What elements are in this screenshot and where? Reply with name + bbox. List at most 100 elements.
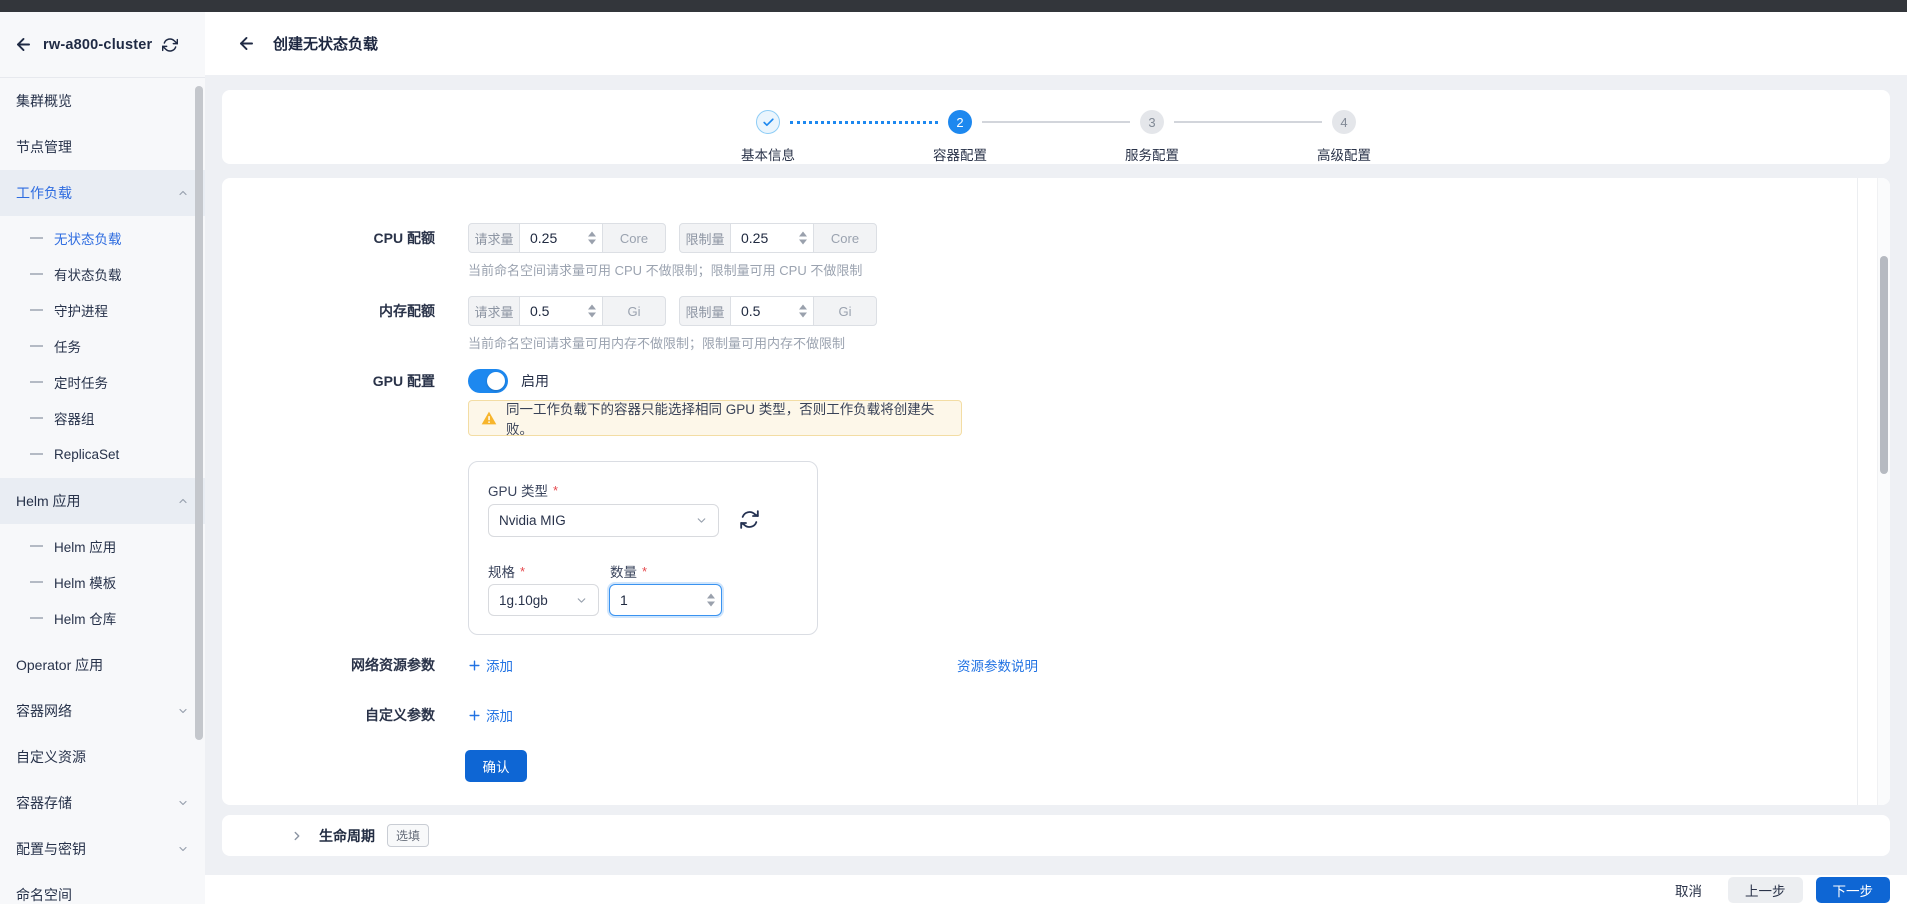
number-spinner[interactable]: [707, 594, 715, 607]
sidebar-item-node-management[interactable]: 节点管理: [0, 124, 205, 170]
cpu-quota-row: CPU 配额 请求量 Core 限制量: [222, 223, 877, 253]
gpu-type-label: GPU 类型: [488, 480, 548, 500]
spinner-up-icon[interactable]: [799, 305, 807, 310]
cluster-name: rw-a800-cluster: [43, 37, 152, 53]
step-1-basic-info[interactable]: 基本信息: [756, 110, 780, 164]
sidebar-item-label: 守护进程: [54, 300, 108, 320]
dash-icon: [30, 617, 43, 619]
stepper: 基本信息 2 容器配置 3 服务配置 4 高级配置: [222, 90, 1890, 164]
step-2-container-config[interactable]: 2 容器配置: [948, 110, 972, 164]
sidebar-item-helm-app[interactable]: Helm 应用: [0, 528, 205, 564]
sidebar-group-config-secrets[interactable]: 配置与密钥: [0, 826, 205, 872]
gpu-toggle[interactable]: [468, 369, 508, 393]
memory-unit-addon: Gi: [813, 296, 877, 326]
sidebar-item-cronjob[interactable]: 定时任务: [0, 364, 205, 400]
add-network-param-text: 添加: [486, 655, 513, 675]
gpu-type-value: Nvidia MIG: [499, 513, 566, 528]
sidebar-item-label: 命名空间: [16, 885, 72, 904]
cpu-limit-input-wrap: [731, 223, 813, 253]
dash-icon: [30, 273, 43, 275]
lifecycle-section[interactable]: 生命周期 选填: [222, 815, 1890, 856]
chevron-up-icon: [177, 187, 189, 199]
workloads-submenu: 无状态负载 有状态负载 守护进程 任务 定时任务 容器组 ReplicaSet: [0, 216, 205, 478]
sidebar-item-pods[interactable]: 容器组: [0, 400, 205, 436]
cpu-unit-addon: Core: [602, 223, 666, 253]
spinner-down-icon[interactable]: [588, 313, 596, 318]
sidebar-item-stateless-workload[interactable]: 无状态负载: [0, 220, 205, 256]
step-3-service-config[interactable]: 3 服务配置: [1140, 110, 1164, 164]
sidebar-item-label: ReplicaSet: [54, 447, 119, 462]
sidebar-item-replicaset[interactable]: ReplicaSet: [0, 436, 205, 472]
refresh-cluster-icon[interactable]: [162, 37, 178, 53]
gpu-warning-banner: 同一工作负载下的容器只能选择相同 GPU 类型，否则工作负载将创建失败。: [468, 400, 962, 436]
gpu-count-label-row: 数量*: [610, 561, 647, 581]
chevron-down-icon: [177, 705, 189, 717]
gpu-spec-label: 规格: [488, 561, 515, 581]
cpu-quota-label: CPU 配额: [222, 228, 435, 248]
resource-param-doc-link[interactable]: 资源参数说明: [957, 655, 1038, 675]
next-step-button[interactable]: 下一步: [1816, 877, 1891, 903]
gpu-config-label: GPU 配置: [222, 371, 435, 391]
memory-unit-addon: Gi: [602, 296, 666, 326]
sidebar-item-operator-app[interactable]: Operator 应用: [0, 642, 205, 688]
sidebar-item-label: 节点管理: [16, 137, 72, 157]
step-4-advanced-config[interactable]: 4 高级配置: [1332, 110, 1356, 164]
spinner-up-icon[interactable]: [707, 594, 715, 599]
sidebar-item-helm-repo[interactable]: Helm 仓库: [0, 600, 205, 636]
prev-step-button[interactable]: 上一步: [1728, 877, 1803, 903]
spinner-down-icon[interactable]: [707, 602, 715, 607]
custom-params-label: 自定义参数: [222, 705, 435, 725]
content-divider: [1857, 178, 1858, 805]
spinner-up-icon[interactable]: [588, 305, 596, 310]
sidebar-item-helm-template[interactable]: Helm 模板: [0, 564, 205, 600]
toggle-knob: [487, 372, 505, 390]
gpu-type-select[interactable]: Nvidia MIG: [488, 504, 719, 537]
step-label: 基本信息: [741, 144, 795, 164]
sidebar-scrollbar[interactable]: [195, 86, 203, 740]
spinner-down-icon[interactable]: [799, 240, 807, 245]
gpu-type-refresh-icon[interactable]: [739, 509, 760, 530]
chevron-down-icon: [177, 843, 189, 855]
sidebar-item-stateful-workload[interactable]: 有状态负载: [0, 256, 205, 292]
add-custom-param-link[interactable]: 添加: [468, 705, 513, 725]
sidebar-nav: 集群概览 节点管理 工作负载 无状态负载 有状态负载 守护进程 任务 定时任务 …: [0, 78, 205, 904]
chevron-down-icon: [695, 514, 708, 527]
spinner-down-icon[interactable]: [799, 313, 807, 318]
number-spinner[interactable]: [588, 305, 596, 318]
number-spinner[interactable]: [799, 305, 807, 318]
limit-addon: 限制量: [679, 223, 731, 253]
cancel-button[interactable]: 取消: [1675, 880, 1702, 900]
cpu-request-group: 请求量 Core: [468, 223, 666, 253]
sidebar-item-job[interactable]: 任务: [0, 328, 205, 364]
sidebar-item-daemonset[interactable]: 守护进程: [0, 292, 205, 328]
dash-icon: [30, 309, 43, 311]
sidebar-item-namespaces[interactable]: 命名空间: [0, 872, 205, 904]
sidebar-group-helm[interactable]: Helm 应用: [0, 478, 205, 524]
sidebar-group-container-storage[interactable]: 容器存储: [0, 780, 205, 826]
memory-quota-label: 内存配额: [222, 301, 435, 321]
content-scrollbar[interactable]: [1880, 256, 1888, 474]
dash-icon: [30, 345, 43, 347]
page-back-icon[interactable]: [237, 34, 256, 53]
back-icon[interactable]: [14, 35, 33, 54]
confirm-button[interactable]: 确认: [465, 750, 527, 782]
sidebar-item-label: 容器存储: [16, 793, 72, 813]
sidebar-item-cluster-overview[interactable]: 集群概览: [0, 78, 205, 124]
request-addon: 请求量: [468, 296, 520, 326]
page-title: 创建无状态负载: [273, 33, 378, 54]
spinner-down-icon[interactable]: [588, 240, 596, 245]
gpu-config-row: GPU 配置 启用: [222, 369, 549, 393]
number-spinner[interactable]: [799, 232, 807, 245]
spinner-up-icon[interactable]: [588, 232, 596, 237]
sidebar-group-workloads[interactable]: 工作负载: [0, 170, 205, 216]
page-header: 创建无状态负载: [205, 12, 1907, 75]
spinner-up-icon[interactable]: [799, 232, 807, 237]
gpu-spec-select[interactable]: 1g.10gb: [488, 584, 599, 616]
add-network-param-link[interactable]: 添加: [468, 655, 513, 675]
sidebar-item-custom-resources[interactable]: 自定义资源: [0, 734, 205, 780]
number-spinner[interactable]: [588, 232, 596, 245]
gpu-count-input[interactable]: [610, 585, 721, 615]
sidebar-group-container-network[interactable]: 容器网络: [0, 688, 205, 734]
add-custom-param-text: 添加: [486, 705, 513, 725]
step-label: 高级配置: [1317, 144, 1371, 164]
